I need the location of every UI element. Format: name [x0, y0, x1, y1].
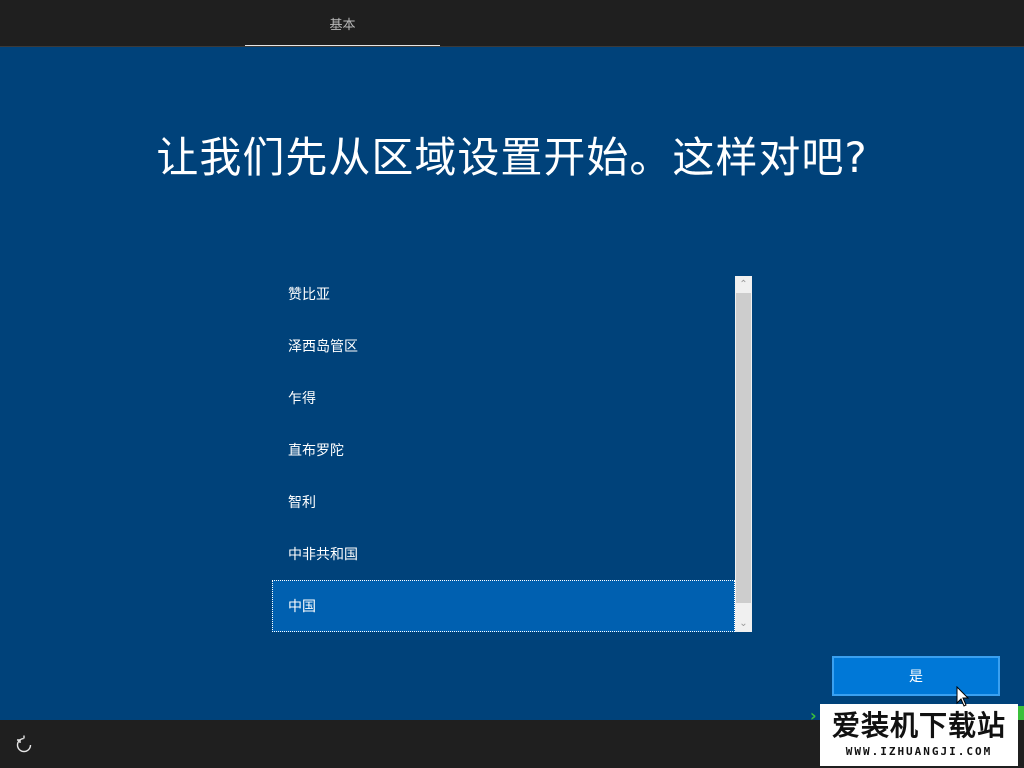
- top-bar-divider: [0, 46, 1024, 47]
- oobe-screen: 基本 让我们先从区域设置开始。这样对吧? 赞比亚 泽西岛管区 乍得 直布罗陀 智…: [0, 0, 1024, 768]
- list-item-label: 中国: [288, 599, 316, 615]
- scrollbar-thumb[interactable]: [736, 293, 751, 603]
- list-item[interactable]: 乍得: [272, 372, 735, 424]
- page-title: 让我们先从区域设置开始。这样对吧?: [156, 133, 868, 182]
- watermark-url: WWW.IZHUANGJI.COM: [845, 744, 993, 758]
- list-item[interactable]: 智利: [272, 476, 735, 528]
- list-item[interactable]: 赞比亚: [272, 268, 735, 320]
- list-item[interactable]: 中非共和国: [272, 528, 735, 580]
- region-list-viewport: 赞比亚 泽西岛管区 乍得 直布罗陀 智利 中非共和国 中国: [272, 276, 735, 632]
- list-item-label: 赞比亚: [288, 287, 330, 303]
- ease-of-access-icon[interactable]: [14, 735, 34, 755]
- mouse-pointer-icon: [956, 686, 970, 707]
- yes-button[interactable]: 是: [832, 656, 1000, 696]
- yes-button-label: 是: [909, 669, 923, 685]
- watermark-title: 爱装机下载站: [831, 709, 1006, 742]
- scroll-up-icon[interactable]: ⌃: [735, 276, 752, 293]
- list-item-label: 乍得: [288, 391, 316, 407]
- list-item-label: 直布罗陀: [288, 443, 344, 459]
- list-item-label: 中非共和国: [288, 547, 358, 563]
- top-bar: 基本: [0, 0, 1024, 47]
- list-item-selected[interactable]: 中国: [272, 580, 735, 632]
- region-list[interactable]: 赞比亚 泽西岛管区 乍得 直布罗陀 智利 中非共和国 中国 ⌃ ⌄: [272, 276, 752, 632]
- list-item-label: 泽西岛管区: [288, 339, 358, 355]
- list-item[interactable]: 泽西岛管区: [272, 320, 735, 372]
- list-scrollbar[interactable]: ⌃ ⌄: [735, 276, 752, 632]
- scroll-down-icon[interactable]: ⌄: [735, 615, 752, 632]
- tab-basics-label: 基本: [329, 17, 356, 33]
- tab-basics[interactable]: 基本: [245, 0, 440, 47]
- list-item[interactable]: 直布罗陀: [272, 424, 735, 476]
- list-item-label: 智利: [288, 495, 316, 511]
